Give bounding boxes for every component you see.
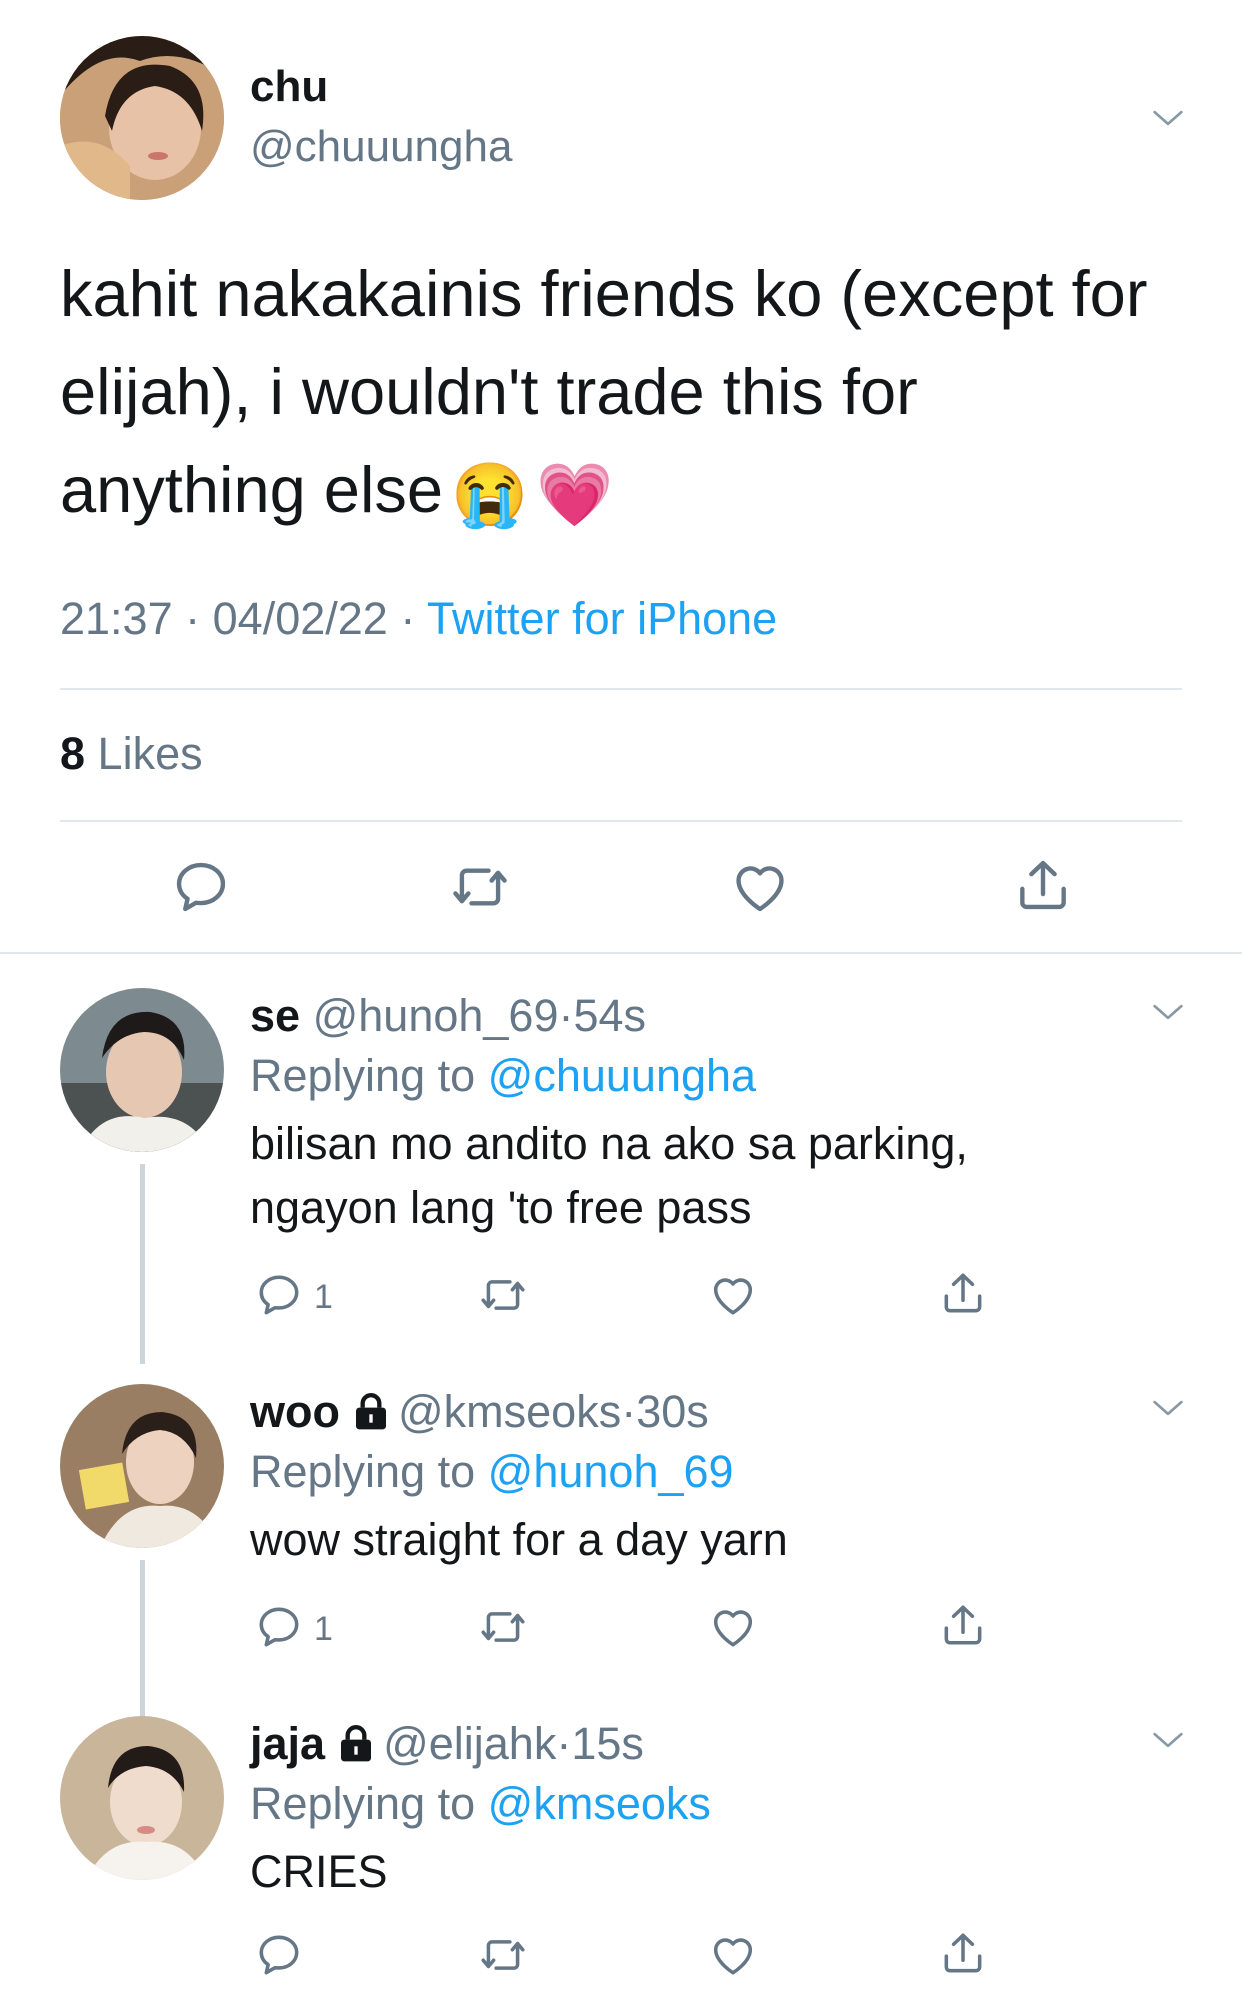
replying-to-link[interactable]: @kmseoks <box>488 1778 711 1829</box>
likes-count-link[interactable]: 8 Likes <box>60 728 203 780</box>
avatar-image <box>60 1716 224 1880</box>
meta-separator: · <box>556 1718 572 1769</box>
chevron-down-icon[interactable] <box>1148 98 1188 138</box>
reply-count: 1 <box>314 1278 333 1316</box>
crying-face-emoji: 😭 <box>451 461 529 530</box>
retweet-icon[interactable] <box>449 856 511 918</box>
avatar-image <box>60 1384 224 1548</box>
display-name[interactable]: jaja <box>250 1718 325 1769</box>
reply-header: woo @kmseoks·30s <box>250 1386 709 1438</box>
reply-text-line: CRIES <box>250 1846 388 1897</box>
tweet-text-segment: anything else <box>60 453 444 526</box>
reply-count: 1 <box>314 1610 333 1648</box>
reply-tweet[interactable]: woo @kmseoks·30s Replying to @hunoh_69 wo… <box>0 1384 1242 1720</box>
replying-to-label: Replying to <box>250 1446 476 1497</box>
growing-heart-emoji: 💗 <box>536 461 614 530</box>
display-name[interactable]: woo <box>250 1386 340 1437</box>
tweet-age: 15s <box>571 1718 644 1769</box>
reply-text-line: bilisan mo andito na ako sa parking, <box>250 1118 968 1169</box>
divider <box>60 820 1182 822</box>
reply-header: jaja @elijahk·15s <box>250 1718 644 1770</box>
replying-to-label: Replying to <box>250 1050 476 1101</box>
meta-separator: · <box>558 990 574 1041</box>
reply-text: wow straight for a day yarn <box>250 1508 1150 1572</box>
tweet-text-segment: elijah), i wouldn't trade this for <box>60 355 918 428</box>
avatar[interactable] <box>60 988 224 1152</box>
reply-icon[interactable] <box>254 1930 304 1980</box>
divider <box>60 688 1182 690</box>
replying-to-link[interactable]: @hunoh_69 <box>488 1446 734 1497</box>
share-icon[interactable] <box>938 1928 988 1978</box>
chevron-down-icon[interactable] <box>1148 992 1188 1032</box>
retweet-icon[interactable] <box>478 1930 528 1980</box>
thread-line <box>140 1560 145 1720</box>
share-icon[interactable] <box>938 1600 988 1650</box>
avatar[interactable] <box>60 1384 224 1548</box>
reply-tweet[interactable]: se @hunoh_69·54s Replying to @chuuungha … <box>0 988 1242 1383</box>
reply-text: CRIES <box>250 1840 1150 1904</box>
avatar-image <box>60 36 224 200</box>
replying-to-label: Replying to <box>250 1778 476 1829</box>
display-name[interactable]: chu <box>250 62 328 112</box>
avatar-image <box>60 988 224 1152</box>
tweet-source-link[interactable]: Twitter for iPhone <box>427 593 777 644</box>
thread-line <box>140 1164 145 1364</box>
meta-separator: · <box>621 1386 637 1437</box>
tweet-age: 54s <box>573 990 647 1041</box>
meta-separator: · <box>185 593 201 644</box>
user-handle[interactable]: @kmseoks <box>398 1386 621 1437</box>
replying-to: Replying to @kmseoks <box>250 1778 711 1830</box>
reply-tweet[interactable]: jaja @elijahk·15s Replying to @kmseoks CR… <box>0 1716 1242 2006</box>
meta-separator: · <box>400 593 416 644</box>
tweet-age: 30s <box>636 1386 709 1437</box>
like-icon[interactable] <box>729 856 791 918</box>
tweet-text: kahit nakakainis friends ko (except for … <box>60 245 1190 545</box>
chevron-down-icon[interactable] <box>1148 1720 1188 1760</box>
reply-header: se @hunoh_69·54s <box>250 990 646 1042</box>
reply-text: bilisan mo andito na ako sa parking, nga… <box>250 1112 1150 1240</box>
tweet-text-line: kahit nakakainis friends ko (except for <box>60 257 1148 330</box>
share-icon[interactable] <box>938 1268 988 1318</box>
main-tweet: chu @chuuungha kahit nakakainis friends … <box>0 0 1242 952</box>
reply-icon[interactable] <box>254 1270 304 1320</box>
like-icon[interactable] <box>708 1602 758 1652</box>
tweet-date: 04/02/22 <box>212 593 388 644</box>
tweet-text-line: elijah), i wouldn't trade this for <box>60 343 1190 441</box>
like-icon[interactable] <box>708 1270 758 1320</box>
tweet-text-line: anything else 😭 💗 <box>60 441 1190 545</box>
retweet-icon[interactable] <box>478 1602 528 1652</box>
replying-to: Replying to @chuuungha <box>250 1050 756 1102</box>
retweet-icon[interactable] <box>478 1270 528 1320</box>
lock-icon <box>335 1723 377 1763</box>
avatar[interactable] <box>60 36 224 200</box>
display-name[interactable]: se <box>250 990 300 1041</box>
lock-icon <box>350 1391 392 1431</box>
avatar[interactable] <box>60 1716 224 1880</box>
share-icon[interactable] <box>1012 854 1074 916</box>
user-handle[interactable]: @chuuungha <box>250 122 512 172</box>
tweet-detail-page: chu @chuuungha kahit nakakainis friends … <box>0 0 1242 2013</box>
reply-icon[interactable] <box>254 1602 304 1652</box>
divider <box>0 952 1242 954</box>
user-handle[interactable]: @elijahk <box>383 1718 556 1769</box>
user-handle[interactable]: @hunoh_69 <box>313 990 559 1041</box>
reply-icon[interactable] <box>170 856 232 918</box>
chevron-down-icon[interactable] <box>1148 1388 1188 1428</box>
likes-label: Likes <box>97 728 203 779</box>
tweet-metadata: 21:37 · 04/02/22 · Twitter for iPhone <box>60 593 777 645</box>
reply-text-line: wow straight for a day yarn <box>250 1514 788 1565</box>
likes-number: 8 <box>60 728 86 779</box>
replying-to: Replying to @hunoh_69 <box>250 1446 734 1498</box>
tweet-time: 21:37 <box>60 593 173 644</box>
like-icon[interactable] <box>708 1930 758 1980</box>
reply-text-line: ngayon lang 'to free pass <box>250 1182 752 1233</box>
replying-to-link[interactable]: @chuuungha <box>488 1050 756 1101</box>
